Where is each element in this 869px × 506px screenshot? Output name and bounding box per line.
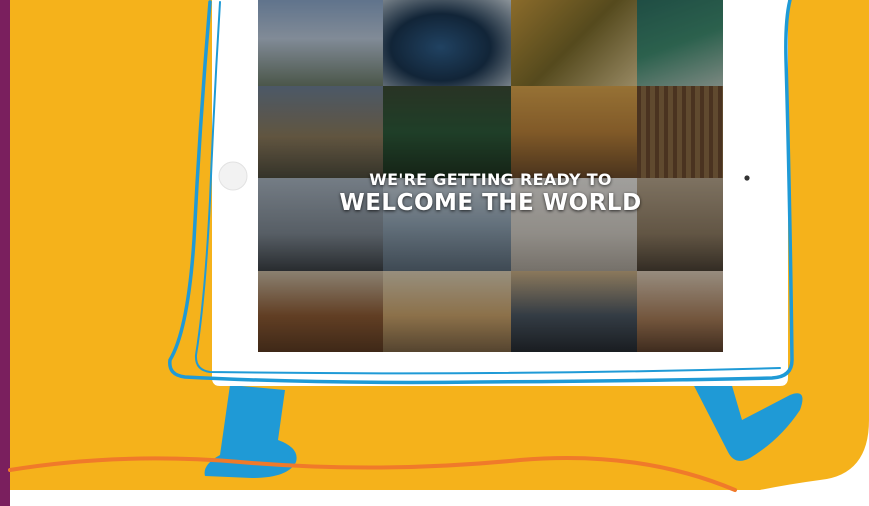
headline-line-2: WELCOME THE WORLD xyxy=(339,190,642,216)
tablet-screen: WE'RE GETTING READY TO WELCOME THE WORLD xyxy=(258,0,723,352)
illustration-stage: WE'RE GETTING READY TO WELCOME THE WORLD xyxy=(0,0,869,506)
white-footer xyxy=(10,490,869,506)
tablet-home-button-icon xyxy=(218,161,248,191)
headline-line-1: WE'RE GETTING READY TO xyxy=(369,170,612,189)
tablet-camera-icon xyxy=(744,175,750,181)
